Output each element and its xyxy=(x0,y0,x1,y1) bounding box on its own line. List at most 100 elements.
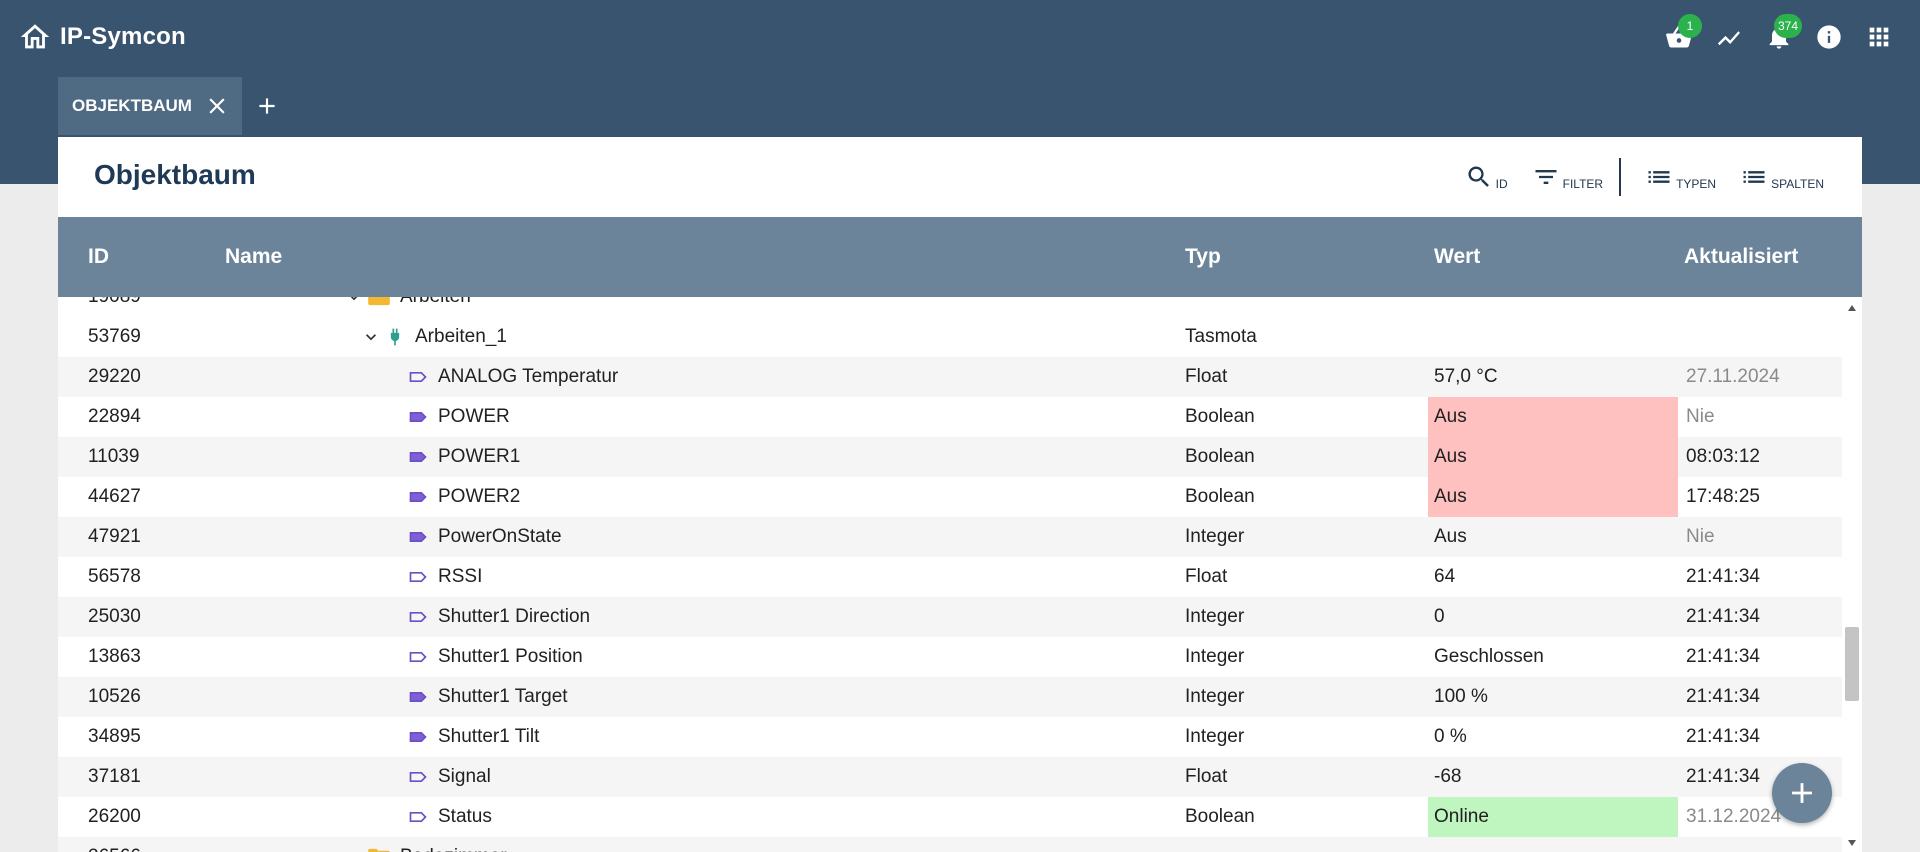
scroll-down-arrow-icon[interactable] xyxy=(1846,838,1858,848)
scrollbar-thumb[interactable] xyxy=(1845,627,1859,701)
row-id: 37181 xyxy=(88,766,141,787)
types-button[interactable]: TYPEN xyxy=(1645,163,1716,191)
row-name-label: Signal xyxy=(438,766,491,787)
row-id: 26200 xyxy=(88,806,141,827)
row-typ: Integer xyxy=(1185,606,1245,627)
row-name: POWER2 xyxy=(408,477,520,517)
info-button[interactable] xyxy=(1804,14,1854,60)
row-name-label: Arbeiten_1 xyxy=(415,326,507,347)
row-name-label: POWER2 xyxy=(438,486,521,507)
row-aktualisiert: 31.12.2024 xyxy=(1686,806,1782,827)
table-row[interactable]: 10526 Shutter1 Target Integer 100 % 21:4… xyxy=(58,677,1842,717)
row-name: POWER1 xyxy=(408,437,520,477)
row-wert[interactable]: 0 % xyxy=(1428,717,1678,757)
add-object-button[interactable] xyxy=(1772,763,1832,823)
close-icon[interactable] xyxy=(204,93,230,119)
types-label: TYPEN xyxy=(1676,177,1717,191)
table-row[interactable]: 47921 PowerOnState Integer Aus Nie xyxy=(58,517,1842,557)
row-name: Status xyxy=(408,797,492,837)
column-header-typ[interactable]: Typ xyxy=(1185,217,1221,297)
scroll-up-arrow-icon[interactable] xyxy=(1846,303,1858,313)
row-typ: Boolean xyxy=(1185,806,1255,827)
row-wert[interactable]: Online xyxy=(1428,797,1678,837)
row-aktualisiert: 08:03:12 xyxy=(1686,446,1760,467)
home-icon[interactable] xyxy=(18,20,52,54)
row-wert[interactable]: Aus xyxy=(1428,397,1678,437)
row-aktualisiert: 21:41:34 xyxy=(1686,646,1760,667)
basket-button[interactable]: 1 xyxy=(1654,14,1704,60)
row-wert[interactable]: 57,0 °C xyxy=(1428,357,1678,397)
row-typ: Boolean xyxy=(1185,446,1255,467)
table-row[interactable]: 29220 ANALOG Temperatur Float 57,0 °C 27… xyxy=(58,357,1842,397)
variable-tag-icon xyxy=(409,572,427,582)
row-name-label: Arbeiten xyxy=(400,297,471,317)
row-wert[interactable]: Geschlossen xyxy=(1428,637,1678,677)
apps-button[interactable] xyxy=(1854,14,1904,60)
row-name: Shutter1 Position xyxy=(408,637,583,677)
filter-button[interactable]: FILTER xyxy=(1532,163,1603,191)
column-header-wert[interactable]: Wert xyxy=(1434,217,1480,297)
row-name-label: RSSI xyxy=(438,566,483,587)
column-header-aktualisiert[interactable]: Aktualisiert xyxy=(1684,217,1798,297)
row-id: 44627 xyxy=(88,486,141,507)
row-typ: Tasmota xyxy=(1185,326,1257,347)
row-name: Shutter1 Direction xyxy=(408,597,590,637)
table-row[interactable]: 26566 Badezimmer xyxy=(58,837,1842,852)
search-id-button[interactable]: ID xyxy=(1465,163,1508,191)
table-row[interactable]: 53769 Arbeiten_1 Tasmota xyxy=(58,317,1842,357)
row-id: 47921 xyxy=(88,526,141,547)
row-name: Shutter1 Tilt xyxy=(408,717,539,757)
row-wert[interactable]: 64 xyxy=(1428,557,1678,597)
row-name: POWER xyxy=(408,397,510,437)
variable-tag-icon xyxy=(409,612,427,622)
chevron-down-icon[interactable] xyxy=(344,847,364,852)
row-wert[interactable]: Aus xyxy=(1428,437,1678,477)
row-id: 22894 xyxy=(88,406,141,427)
table-row[interactable]: 26200 Status Boolean Online 31.12.2024 xyxy=(58,797,1842,837)
chevron-down-icon[interactable] xyxy=(344,297,364,307)
table-row[interactable]: 44627 POWER2 Boolean Aus 17:48:25 xyxy=(58,477,1842,517)
row-name: Arbeiten xyxy=(344,297,471,317)
row-aktualisiert: Nie xyxy=(1686,526,1715,547)
row-name-label: POWER xyxy=(438,406,510,427)
add-tab-button[interactable] xyxy=(242,77,292,135)
table-row[interactable]: 13863 Shutter1 Position Integer Geschlos… xyxy=(58,637,1842,677)
vertical-scrollbar[interactable] xyxy=(1842,297,1862,852)
row-name: Shutter1 Target xyxy=(408,677,568,717)
column-header-name[interactable]: Name xyxy=(225,217,282,297)
table-row[interactable]: 56578 RSSI Float 64 21:41:34 xyxy=(58,557,1842,597)
row-aktualisiert: 27.11.2024 xyxy=(1686,366,1780,387)
brand[interactable]: IP-Symcon xyxy=(18,18,186,56)
row-wert[interactable]: 100 % xyxy=(1428,677,1678,717)
row-wert[interactable]: -68 xyxy=(1428,757,1678,797)
row-aktualisiert: 17:48:25 xyxy=(1686,486,1760,507)
row-name: Signal xyxy=(408,757,491,797)
chevron-down-icon[interactable] xyxy=(361,327,381,347)
folder-icon xyxy=(368,297,390,306)
plus-icon xyxy=(1792,783,1812,803)
row-aktualisiert: 21:41:34 xyxy=(1686,766,1760,787)
table-row[interactable]: 34895 Shutter1 Tilt Integer 0 % 21:41:34 xyxy=(58,717,1842,757)
info-icon xyxy=(1817,25,1841,49)
table-row[interactable]: 11039 POWER1 Boolean Aus 08:03:12 xyxy=(58,437,1842,477)
notifications-button[interactable]: 374 xyxy=(1754,14,1804,60)
row-typ: Float xyxy=(1185,566,1228,587)
tab-objektbaum[interactable]: OBJEKTBAUM xyxy=(58,77,242,135)
table-row[interactable]: 37181 Signal Float -68 21:41:34 xyxy=(58,757,1842,797)
row-name: RSSI xyxy=(408,557,482,597)
table-row[interactable]: 25030 Shutter1 Direction Integer 0 21:41… xyxy=(58,597,1842,637)
row-wert[interactable]: Aus xyxy=(1428,477,1678,517)
plus-icon xyxy=(259,98,275,114)
trend-button[interactable] xyxy=(1704,14,1754,60)
table-row[interactable]: 22894 POWER Boolean Aus Nie xyxy=(58,397,1842,437)
row-typ: Boolean xyxy=(1185,406,1255,427)
row-wert[interactable]: 0 xyxy=(1428,597,1678,637)
table-row[interactable]: 19089 Arbeiten xyxy=(58,297,1842,317)
row-wert[interactable]: Aus xyxy=(1428,517,1678,557)
columns-button[interactable]: SPALTEN xyxy=(1740,163,1824,191)
row-name-label: Shutter1 Position xyxy=(438,646,583,667)
row-typ: Integer xyxy=(1185,526,1245,547)
column-header-id[interactable]: ID xyxy=(88,217,109,297)
row-id: 19089 xyxy=(88,297,141,317)
row-aktualisiert: 21:41:34 xyxy=(1686,686,1760,707)
